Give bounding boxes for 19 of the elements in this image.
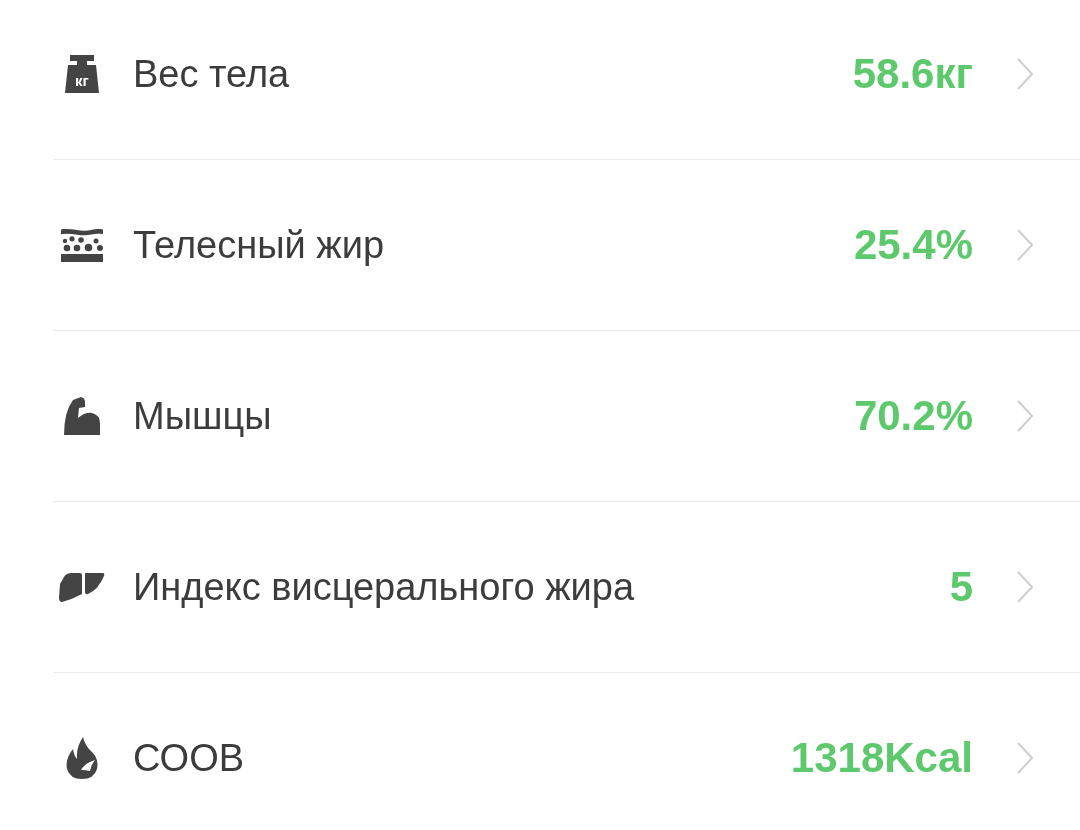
chevron-right-icon — [1017, 400, 1033, 432]
metric-label: Мышцы — [133, 394, 273, 438]
chevron-right-icon — [1017, 571, 1033, 603]
metric-label: Вес тела — [133, 52, 291, 96]
flexed-arm-icon — [64, 397, 100, 435]
metric-label: Индекс висцерального жира — [133, 565, 636, 609]
chevron-right-icon — [1017, 58, 1033, 90]
liver-icon — [59, 572, 105, 602]
flame-icon — [66, 737, 98, 779]
metric-label: Телесный жир — [133, 223, 386, 267]
metric-label: СООВ — [133, 736, 246, 780]
metric-value: 5 — [949, 563, 973, 611]
metric-value: 70.2% — [853, 392, 973, 440]
metric-value: 1318Kcal — [790, 734, 973, 782]
chevron-right-icon — [1017, 229, 1033, 261]
metric-value: 25.4% — [853, 221, 973, 269]
chevron-right-icon — [1017, 742, 1033, 774]
fat-layers-icon — [61, 228, 103, 262]
metric-value: 58.6кг — [852, 50, 973, 98]
